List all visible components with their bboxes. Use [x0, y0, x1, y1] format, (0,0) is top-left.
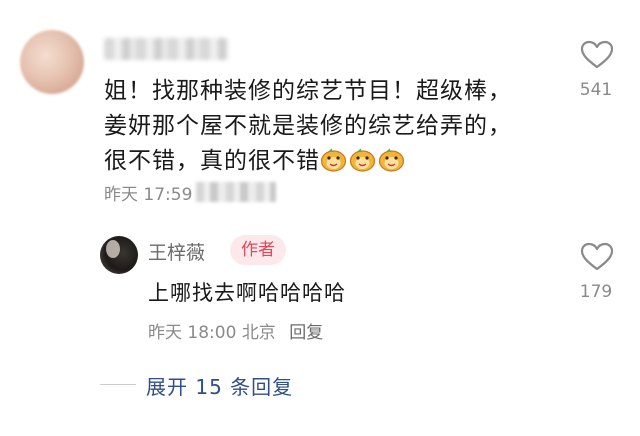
- reply-timestamp: 昨天 18:00: [148, 323, 237, 343]
- heart-icon[interactable]: [580, 242, 614, 272]
- dog-face-sticker-icon: [378, 148, 405, 172]
- comment-timestamp: 昨天 17:59: [104, 185, 193, 205]
- reply-author-avatar[interactable]: [100, 236, 138, 274]
- comment-line-3: 很不错，真的很不错: [104, 144, 524, 179]
- comment-line-3-text: 很不错，真的很不错: [104, 148, 320, 174]
- reply-meta: 昨天 18:00 北京 回复: [148, 318, 323, 343]
- reply-body: 上哪找去啊哈哈哈哈: [148, 281, 346, 305]
- reply-button[interactable]: 回复: [289, 323, 323, 343]
- comment-line-2: 姜妍那个屋不就是装修的综艺给弄的，: [104, 113, 512, 139]
- emoji-group: [320, 148, 407, 174]
- comment-like-count: 541: [579, 80, 613, 100]
- reply-location: 北京: [241, 323, 276, 343]
- comment-body: 姐！找那种装修的综艺节目！超级棒， 姜妍那个屋不就是装修的综艺给弄的， 很不错，…: [104, 74, 524, 179]
- dog-face-sticker-icon: [320, 148, 347, 172]
- dog-face-sticker-icon: [349, 148, 376, 172]
- commenter-name-blurred[interactable]: [104, 38, 228, 60]
- reply-like-count: 179: [579, 282, 613, 302]
- comment-location-blurred: [196, 182, 276, 202]
- expand-replies-button[interactable]: 展开 15 条回复: [146, 371, 293, 400]
- comment-line-1: 姐！找那种装修的综艺节目！超级棒，: [104, 78, 512, 104]
- expand-divider: [100, 384, 136, 385]
- reply-author-name[interactable]: 王梓薇: [148, 238, 205, 265]
- heart-icon[interactable]: [580, 40, 614, 70]
- author-badge: 作者: [230, 235, 286, 265]
- commenter-avatar[interactable]: [20, 30, 84, 94]
